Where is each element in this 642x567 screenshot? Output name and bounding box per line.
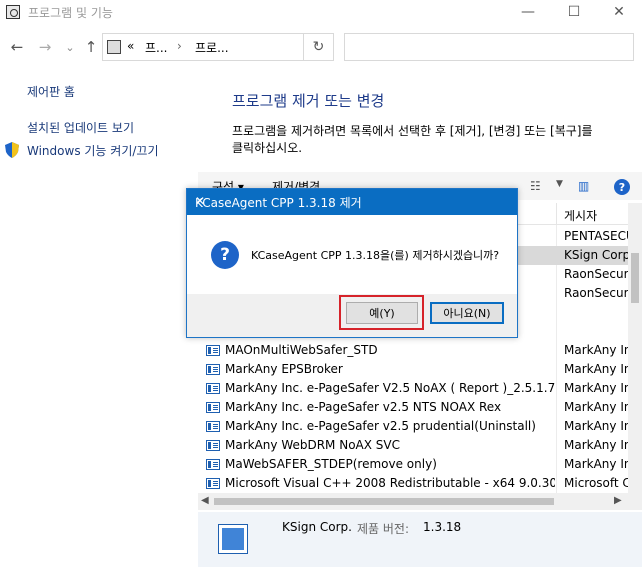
table-row[interactable]: MarkAny Inc. e-PageSafer v2.5 NTS NOAX R…: [198, 398, 628, 417]
chevron-down-icon[interactable]: ▼: [556, 179, 563, 189]
program-icon: [206, 364, 220, 375]
vertical-scrollbar[interactable]: [628, 203, 642, 493]
page-title: 프로그램 제거 또는 변경: [232, 92, 385, 110]
address-bar[interactable]: « 프... › 프로...: [102, 33, 334, 61]
window-title: 프로그램 및 기능: [28, 6, 113, 20]
publisher-cell: MarkAny Inc: [564, 362, 628, 376]
breadcrumb-item[interactable]: 프...: [145, 39, 167, 56]
navigation-bar: ← → ⌄ ↑ « 프... › 프로... ↻: [0, 24, 642, 70]
program-name-cell: MaWebSAFER_STDEP(remove only): [225, 457, 437, 471]
details-publisher: KSign Corp.: [282, 520, 352, 534]
scrollbar-thumb[interactable]: [631, 253, 639, 303]
back-arrow-icon[interactable]: ←: [8, 38, 26, 56]
yes-button[interactable]: 예(Y): [346, 302, 418, 324]
publisher-cell: RaonSecure: [564, 267, 628, 281]
chevron-right-icon[interactable]: ›: [177, 39, 182, 53]
table-row[interactable]: MarkAny EPSBroker MarkAny Inc: [198, 360, 628, 379]
recent-locations-icon[interactable]: ⌄: [61, 38, 79, 56]
program-icon: [206, 421, 220, 432]
publisher-cell: RaonSecure: [564, 286, 628, 300]
publisher-cell: Microsoft C: [564, 476, 628, 490]
table-row[interactable]: MAOnMultiWebSafer_STD MarkAny Inc: [198, 341, 628, 360]
table-row[interactable]: MarkAny Inc. e-PageSafer V2.5 NoAX ( Rep…: [198, 379, 628, 398]
horizontal-scrollbar[interactable]: ◀ ▶: [198, 493, 642, 510]
program-icon: [206, 402, 220, 413]
program-name-cell: MarkAny Inc. e-PageSafer v2.5 NTS NOAX R…: [225, 400, 502, 414]
publisher-cell: MarkAny Inc: [564, 400, 628, 414]
details-version-label: 제품 버전:: [357, 522, 410, 536]
publisher-cell: MarkAny Inc: [564, 438, 628, 452]
publisher-cell: MarkAny Inc: [564, 457, 628, 471]
preview-pane-icon[interactable]: ▥: [578, 179, 589, 193]
help-icon[interactable]: ?: [614, 179, 630, 195]
dialog-title: KCaseAgent CPP 1.3.18 제거: [195, 196, 362, 210]
program-name-cell: MarkAny Inc. e-PageSafer v2.5 prudential…: [225, 419, 536, 433]
no-button[interactable]: 아니요(N): [430, 302, 504, 324]
minimize-button[interactable]: —: [505, 0, 551, 24]
program-name-cell: MarkAny Inc. e-PageSafer V2.5 NoAX ( Rep…: [225, 381, 555, 395]
programs-and-features-window: 프로그램 및 기능 — ☐ ✕ ← → ⌄ ↑ « 프... › 프로... ↻…: [0, 0, 642, 567]
publisher-cell: MarkAny Inc: [564, 381, 628, 395]
program-icon: [206, 383, 220, 394]
installed-updates-link[interactable]: 설치된 업데이트 보기: [27, 119, 134, 136]
details-version: 1.3.18: [423, 520, 462, 534]
up-arrow-icon[interactable]: ↑: [82, 38, 100, 56]
windows-features-link[interactable]: Windows 기능 켜기/끄기: [27, 142, 158, 159]
control-panel-icon: [6, 5, 20, 19]
scroll-left-icon[interactable]: ◀: [201, 495, 209, 506]
program-name-cell: MarkAny WebDRM NoAX SVC: [225, 438, 400, 452]
program-icon: [218, 524, 248, 554]
control-panel-home-link[interactable]: 제어판 홈: [27, 83, 75, 100]
publisher-cell: KSign Corp.: [564, 248, 628, 262]
column-divider: [556, 203, 557, 225]
publisher-cell: PENTASECU: [564, 229, 628, 243]
title-bar: 프로그램 및 기능 — ☐ ✕: [0, 0, 642, 24]
publisher-cell: MarkAny Inc: [564, 419, 628, 433]
table-row[interactable]: MarkAny WebDRM NoAX SVC MarkAny Inc: [198, 436, 628, 455]
breadcrumb-overflow[interactable]: «: [127, 39, 134, 53]
program-name-cell: Microsoft Visual C++ 2008 Redistributabl…: [225, 476, 555, 490]
dialog-message: KCaseAgent CPP 1.3.18을(를) 제거하시겠습니까?: [251, 249, 500, 262]
scroll-right-icon[interactable]: ▶: [614, 495, 622, 506]
table-row[interactable]: MarkAny Inc. e-PageSafer v2.5 prudential…: [198, 417, 628, 436]
close-button[interactable]: ✕: [596, 0, 642, 24]
breadcrumb-item[interactable]: 프로...: [195, 39, 229, 56]
maximize-button[interactable]: ☐: [551, 0, 597, 24]
close-icon[interactable]: ✕: [195, 194, 205, 208]
table-row[interactable]: MaWebSAFER_STDEP(remove only) MarkAny In…: [198, 455, 628, 474]
publisher-column-header[interactable]: 게시자: [564, 207, 597, 224]
details-pane: KSign Corp. 제품 버전: 1.3.18: [198, 512, 642, 567]
program-name-cell: MAOnMultiWebSafer_STD: [225, 343, 378, 357]
forward-arrow-icon[interactable]: →: [36, 38, 54, 56]
refresh-icon[interactable]: ↻: [303, 33, 333, 61]
shield-icon: [5, 142, 19, 158]
search-input[interactable]: [344, 33, 634, 61]
uninstall-confirm-dialog: KCaseAgent CPP 1.3.18 제거 ✕ ? KCaseAgent …: [186, 188, 518, 338]
control-panel-icon: [107, 40, 121, 54]
view-options-icon[interactable]: ☷: [530, 179, 541, 193]
publisher-cell: MarkAny Inc: [564, 343, 628, 357]
scrollbar-thumb[interactable]: [214, 498, 554, 505]
program-icon: [206, 440, 220, 451]
program-name-cell: MarkAny EPSBroker: [225, 362, 343, 376]
program-icon: [206, 459, 220, 470]
dialog-title-bar: KCaseAgent CPP 1.3.18 제거 ✕: [187, 189, 517, 215]
program-icon: [206, 478, 220, 489]
question-icon: ?: [211, 241, 239, 269]
program-icon: [206, 345, 220, 356]
page-description: 프로그램을 제거하려면 목록에서 선택한 후 [제거], [변경] 또는 [복구…: [232, 124, 593, 155]
table-row[interactable]: Microsoft Visual C++ 2008 Redistributabl…: [198, 474, 628, 493]
